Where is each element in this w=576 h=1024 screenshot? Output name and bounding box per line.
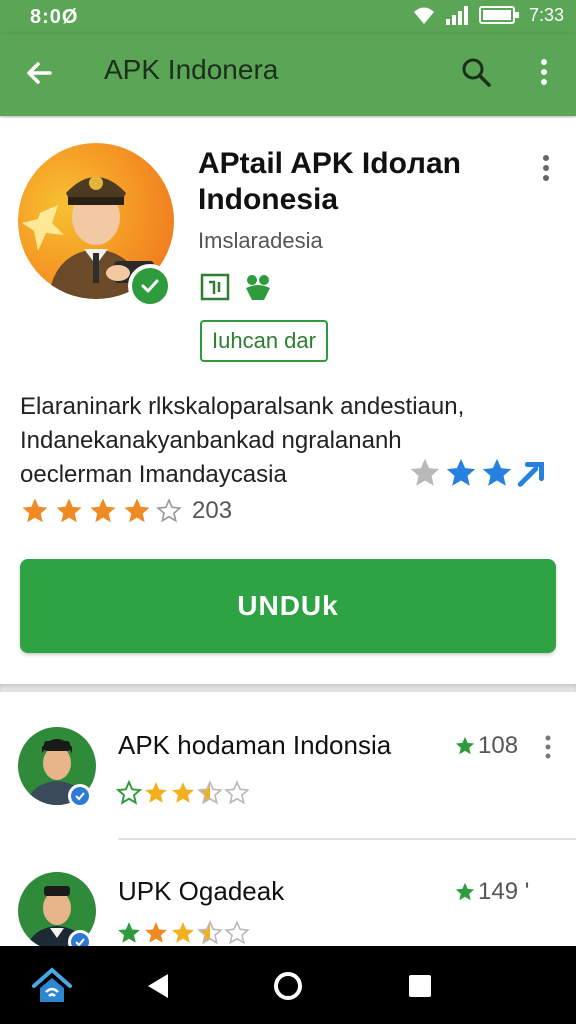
- half-star-icon: [197, 920, 223, 945]
- status-clock: 7:33: [528, 4, 564, 25]
- star-icon: [56, 498, 82, 523]
- list-item-overflow-button[interactable]: [538, 732, 558, 762]
- rating-row: 203: [20, 496, 232, 526]
- more-vert-icon: [543, 155, 549, 181]
- system-nav-bar: [0, 946, 576, 1024]
- arrow-left-icon: [27, 62, 52, 84]
- square-recents-icon: [409, 975, 431, 997]
- nav-recents-button[interactable]: [392, 958, 448, 1014]
- list-item[interactable]: APK hodaman Indonsia 108: [0, 712, 576, 822]
- star-icon: [172, 922, 194, 943]
- verified-badge: [128, 264, 172, 308]
- star-outline-icon: [116, 780, 142, 805]
- star-icon: [22, 498, 48, 523]
- card-overflow-button[interactable]: [532, 150, 560, 186]
- star-icon: [124, 498, 150, 523]
- list-item-stars: [116, 920, 250, 946]
- overflow-menu-button[interactable]: [524, 50, 564, 94]
- list-item-count: 108: [454, 732, 518, 760]
- rating-count: 203: [192, 497, 233, 524]
- status-bar: 8:0Ø 7:33: [0, 0, 576, 34]
- more-vert-icon: [541, 59, 547, 85]
- trending-arrow-icon: [517, 462, 544, 487]
- star-small-icon: [455, 736, 475, 755]
- half-star-icon: [156, 498, 182, 523]
- star-outline-icon: [224, 920, 250, 945]
- description-line: Indanekanakyanbankad ngralananh: [20, 427, 402, 454]
- wifi-icon: [413, 7, 434, 24]
- list-item-count: 149 ': [454, 878, 529, 906]
- editors-choice-icon: [246, 275, 270, 300]
- description-stars: [408, 456, 550, 490]
- home-icon: [32, 967, 72, 1002]
- nav-back-button[interactable]: [130, 958, 186, 1014]
- nav-home-button[interactable]: [260, 958, 316, 1014]
- list-item-count-value: 149 ': [478, 878, 530, 905]
- list-item-title: UPK Ogadeak: [118, 876, 285, 906]
- install-status-chip: Iuhcan dar: [200, 320, 328, 362]
- check-icon: [141, 279, 159, 293]
- list-item-count-value: 108: [478, 732, 519, 759]
- triangle-back-icon: [148, 974, 168, 998]
- half-star-icon: [197, 780, 223, 805]
- star-small-icon: [455, 882, 475, 901]
- home-app-button[interactable]: [24, 958, 80, 1014]
- section-divider: [0, 684, 576, 692]
- star-icon: [482, 458, 512, 486]
- star-icon: [90, 498, 116, 523]
- list-divider: [118, 838, 576, 840]
- description-line: Elaraninark rlkskaloparalsank andestiaun…: [20, 393, 465, 420]
- status-icons: 7:33: [411, 4, 564, 26]
- star-icon: [145, 782, 167, 803]
- search-icon: [462, 58, 491, 87]
- list-item-stars: [116, 780, 250, 806]
- page-title: APK Indonera: [104, 54, 279, 85]
- battery-icon: [478, 6, 519, 24]
- star-icon: [410, 458, 440, 486]
- list-item-title: APK hodaman Indonsia: [118, 730, 392, 760]
- circle-home-icon: [274, 972, 302, 1000]
- app-bar: APK Indonera: [0, 34, 576, 116]
- star-icon: [118, 922, 140, 943]
- star-icon: [172, 782, 194, 803]
- star-outline-icon: [224, 780, 250, 805]
- content-rating-icon: [200, 273, 230, 301]
- signal-icon: [445, 6, 468, 25]
- status-time: 8:0Ø: [30, 6, 79, 28]
- verified-badge: [68, 784, 92, 808]
- developer-name[interactable]: Imslaradesia: [198, 228, 323, 254]
- more-vert-icon: [545, 735, 551, 759]
- download-button[interactable]: UNDUk: [20, 559, 556, 653]
- star-icon: [446, 458, 476, 486]
- search-button[interactable]: [454, 50, 498, 94]
- app-badges: [200, 272, 274, 302]
- back-button[interactable]: [18, 52, 60, 94]
- app-name: APtail APK Idoлan Indonesia: [198, 147, 461, 216]
- star-icon: [145, 922, 167, 943]
- check-icon: [75, 792, 85, 801]
